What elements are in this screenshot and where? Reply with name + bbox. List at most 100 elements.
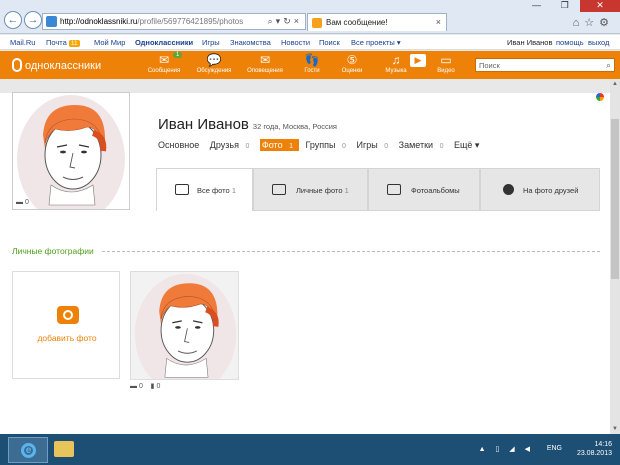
ok-search-input[interactable]: Поиск ⌕ — [475, 58, 615, 72]
url-domain: http://odnoklassniki.ru — [60, 17, 138, 26]
camera-icon — [57, 306, 79, 324]
video-icon: ▭ — [440, 53, 452, 67]
envelope-open-icon: ✉ — [259, 53, 271, 67]
profile-tabs: Основное Друзья 0 Фото 1 Группы 0 Игры 0… — [158, 139, 487, 151]
comment-icon: ▬ — [130, 383, 137, 390]
photo-stats: ▬ 0 ▮ 0 — [130, 382, 160, 390]
portal-link-ok[interactable]: Одноклассники — [135, 38, 193, 47]
home-icon[interactable]: ⌂ — [573, 17, 585, 29]
language-indicator[interactable]: ENG — [547, 445, 562, 452]
ok-logo[interactable]: одноклассники — [12, 58, 101, 72]
scroll-down-icon[interactable]: ▼ — [610, 426, 620, 432]
avatar-comment-count[interactable]: ▬ 0 — [16, 199, 29, 206]
taskbar-ie-button[interactable]: e — [8, 437, 48, 463]
toolbar-video[interactable]: ▭ Видео — [424, 53, 468, 75]
favorites-icon[interactable]: ☆ — [584, 17, 599, 29]
footprints-icon: 👣 — [304, 53, 320, 67]
section-title: Личные фотографии — [12, 246, 94, 256]
tray-icons[interactable]: ▲ ▯ ◢ ◀ — [479, 445, 534, 453]
messages-badge: 1 — [173, 52, 183, 58]
taskbar: e ▲ ▯ ◢ ◀ ENG 14:16 23.08.2013 — [0, 434, 620, 465]
system-tray: ▲ ▯ ◢ ◀ ENG 14:16 23.08.2013 — [479, 440, 612, 458]
photo-tab-friends[interactable]: На фото друзей — [480, 168, 600, 211]
portal-link-games[interactable]: Игры — [202, 38, 220, 47]
tab-groups[interactable]: Группы 0 — [306, 140, 350, 150]
browser-tools: ⌂☆⚙ — [573, 16, 614, 29]
portal-link-search[interactable]: Поиск — [319, 38, 340, 47]
photo-tab-personal[interactable]: Личные фото 1 — [253, 168, 368, 211]
search-placeholder: Поиск — [479, 61, 500, 70]
toolbar-discussions[interactable]: 💬 Обсуждения — [192, 53, 236, 75]
tab-photos[interactable]: Фото 1 — [259, 139, 300, 151]
photo-tab-all[interactable]: Все фото 1 — [156, 168, 253, 211]
address-tools-icon[interactable]: ⌕▾↻× — [268, 16, 302, 27]
photo-personal-icon — [272, 184, 286, 195]
close-window-button[interactable]: ✕ — [580, 0, 620, 12]
tab-more[interactable]: Ещё ▾ — [454, 140, 483, 150]
tab-favicon-icon — [312, 18, 322, 28]
scroll-thumb[interactable] — [611, 119, 619, 279]
portal-link-dating[interactable]: Знакомства — [230, 38, 271, 47]
address-bar[interactable]: http://odnoklassniki.ru/profile/56977642… — [42, 13, 306, 30]
toolbar-ratings[interactable]: ⑤ Оценки — [330, 53, 374, 75]
file-explorer-icon[interactable] — [54, 441, 74, 457]
clock-date: 23.08.2013 — [576, 450, 612, 457]
add-photo-label: добавить фото — [37, 333, 97, 343]
envelope-icon: ✉ — [158, 53, 170, 67]
restore-button[interactable]: ❐ — [552, 0, 578, 12]
clock[interactable]: 14:16 23.08.2013 — [577, 440, 612, 458]
photo-comments[interactable]: ▬ 0 — [130, 383, 143, 390]
internet-explorer-icon: e — [21, 443, 36, 458]
clock-time: 14:16 — [594, 441, 612, 448]
tab-games[interactable]: Игры 0 — [356, 140, 392, 150]
ok-toolbar: одноклассники ✉ Сообщения 1 💬 Обсуждения ✉… — [0, 51, 620, 79]
photo-views[interactable]: ▮ 0 — [151, 383, 161, 390]
tab-title: Вам сообщение! — [326, 18, 388, 27]
colorful-dot-icon[interactable] — [596, 93, 604, 101]
browser-chrome: — ❐ ✕ ← → http://odnoklassniki.ru/profil… — [0, 0, 620, 34]
scroll-up-icon[interactable]: ▲ — [610, 81, 620, 87]
tab-notes[interactable]: Заметки 0 — [399, 140, 448, 150]
mail-count-badge: 11 — [68, 40, 80, 47]
portal-bar: Mail.Ru Почта 11 Мой Мир Одноклассники И… — [0, 35, 620, 50]
rating-five-icon: ⑤ — [346, 53, 358, 67]
toolbar-guests[interactable]: 👣 Гости — [290, 53, 334, 75]
tab-main[interactable]: Основное — [158, 140, 203, 150]
back-button[interactable]: ← — [4, 11, 22, 29]
forward-button[interactable]: → — [24, 11, 42, 29]
portal-link-all-projects[interactable]: Все проекты ▾ — [351, 38, 401, 47]
photo-illustration — [134, 273, 237, 379]
url-path: /profile/569776421895/photos — [137, 17, 244, 26]
portal-link-myworld[interactable]: Мой Мир — [94, 38, 125, 47]
profile-meta: 32 года, Москва, Россия — [252, 122, 337, 131]
portal-exit-link[interactable]: выход — [588, 38, 609, 47]
tab-close-icon[interactable]: × — [436, 17, 441, 27]
chat-bubbles-icon: 💬 — [206, 53, 222, 67]
photo-stack-icon — [175, 184, 189, 195]
toolbar-notifications[interactable]: ✉ Оповещения — [243, 53, 287, 75]
section-divider — [102, 251, 600, 252]
photo-tab-albums[interactable]: Фотоальбомы — [368, 168, 480, 211]
profile-name: Иван Иванов 32 года, Москва, Россия — [158, 116, 337, 133]
photo-thumbnail[interactable] — [130, 271, 239, 380]
window-buttons: — ❐ ✕ — [524, 0, 620, 12]
search-icon[interactable]: ⌕ — [606, 60, 611, 71]
minimize-button[interactable]: — — [524, 0, 550, 12]
profile-avatar[interactable]: ▬ 0 — [12, 92, 130, 210]
add-photo-button[interactable]: добавить фото — [12, 271, 120, 379]
portal-link-mail[interactable]: Почта 11 — [46, 38, 80, 47]
page-scrollbar[interactable]: ▲ ▼ — [610, 79, 620, 434]
album-icon — [387, 184, 401, 195]
portal-link-mailru[interactable]: Mail.Ru — [10, 38, 35, 47]
ok-logo-icon — [12, 58, 22, 72]
gear-icon[interactable]: ⚙ — [599, 17, 614, 29]
portal-user-name[interactable]: Иван Иванов — [507, 38, 552, 47]
tab-friends[interactable]: Друзья 0 — [210, 140, 254, 150]
browser-tab[interactable]: Вам сообщение! × — [307, 13, 447, 31]
person-icon — [503, 184, 514, 195]
portal-help-link[interactable]: помощь — [556, 38, 584, 47]
portal-link-news[interactable]: Новости — [281, 38, 310, 47]
photo-tabs: Все фото 1 Личные фото 1 Фотоальбомы На … — [156, 168, 600, 211]
comment-icon: ▬ — [16, 199, 23, 206]
site-icon — [46, 16, 57, 27]
